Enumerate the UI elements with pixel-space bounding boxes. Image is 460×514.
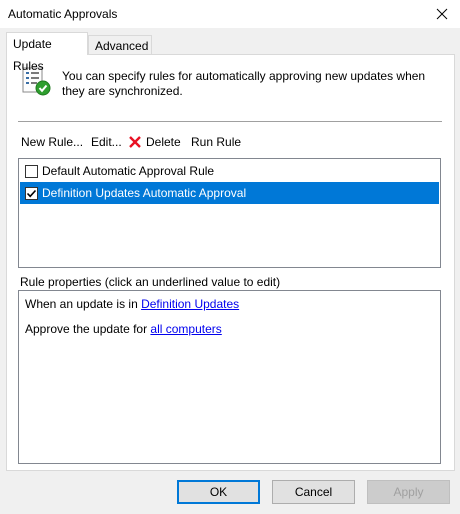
rules-list[interactable]: Default Automatic Approval Rule Definiti…: [18, 158, 441, 268]
info-description: You can specify rules for automatically …: [62, 69, 426, 98]
rule-properties-box: When an update is in Definition Updates …: [18, 290, 441, 464]
list-item[interactable]: Default Automatic Approval Rule: [20, 160, 439, 182]
property-text: Approve the update for: [25, 322, 151, 336]
property-line-category: When an update is in Definition Updates: [25, 297, 239, 311]
new-rule-button[interactable]: New Rule...: [21, 134, 83, 150]
delete-label: Delete: [146, 135, 181, 149]
checkmark-icon: [26, 189, 37, 198]
ok-button[interactable]: OK: [177, 480, 260, 504]
rule-label: Definition Updates Automatic Approval: [42, 186, 247, 200]
tab-advanced[interactable]: Advanced: [88, 35, 152, 55]
delete-rule-button[interactable]: Delete: [128, 134, 181, 150]
title-bar: Automatic Approvals: [0, 0, 460, 28]
delete-icon: [129, 136, 141, 148]
rule-checkbox-default[interactable]: [25, 165, 38, 178]
list-item[interactable]: Definition Updates Automatic Approval: [20, 182, 439, 204]
apply-button[interactable]: Apply: [367, 480, 450, 504]
property-line-target: Approve the update for all computers: [25, 322, 222, 336]
rule-label: Default Automatic Approval Rule: [42, 164, 215, 178]
all-computers-link[interactable]: all computers: [150, 322, 221, 336]
separator-line: [18, 121, 442, 122]
definition-updates-link[interactable]: Definition Updates: [141, 297, 239, 311]
rule-checkbox-definition[interactable]: [25, 187, 38, 200]
property-text: When an update is in: [25, 297, 142, 311]
run-rule-button[interactable]: Run Rule: [191, 134, 241, 150]
window-title: Automatic Approvals: [8, 7, 118, 21]
tab-update-rules[interactable]: Update Rules: [6, 32, 88, 73]
edit-rule-button[interactable]: Edit...: [91, 134, 122, 150]
automatic-approvals-dialog: Automatic Approvals Update Rules Advance…: [0, 0, 460, 514]
cancel-button[interactable]: Cancel: [272, 480, 355, 504]
close-icon: [436, 8, 448, 20]
rule-properties-heading: Rule properties (click an underlined val…: [20, 275, 281, 289]
close-button[interactable]: [424, 0, 460, 28]
